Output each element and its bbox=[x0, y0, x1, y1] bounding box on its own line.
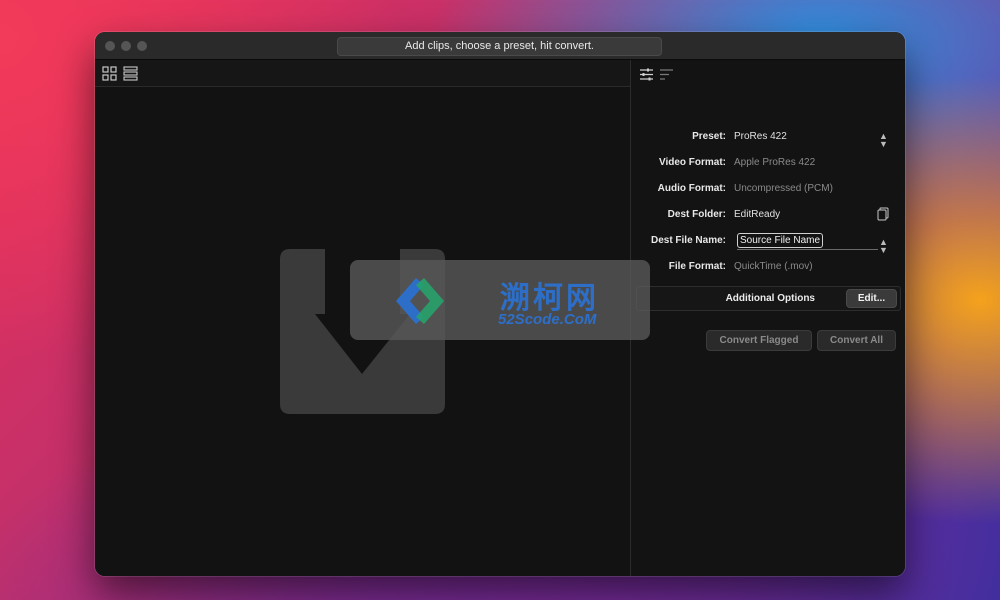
video-format-row: Video Format: Apple ProRes 422 bbox=[631, 154, 905, 174]
minimize-window-button[interactable] bbox=[121, 41, 131, 51]
audio-format-value: Uncompressed (PCM) bbox=[734, 183, 833, 194]
sort-lines-icon[interactable] bbox=[659, 67, 674, 82]
watermark-logo bbox=[396, 278, 444, 324]
additional-options-box: Additional Options Edit... bbox=[636, 286, 901, 311]
window-title: Add clips, choose a preset, hit convert. bbox=[337, 37, 662, 56]
preset-row: Preset: ProRes 422 ▲ ▼ bbox=[631, 128, 905, 149]
watermark-subtitle: 52Scode.CoM bbox=[498, 311, 597, 328]
clip-list-toolbar bbox=[95, 60, 630, 87]
list-view-icon[interactable] bbox=[123, 66, 138, 81]
settings-pane: Preset: ProRes 422 ▲ ▼ Video Format: Appl… bbox=[631, 60, 905, 576]
additional-options-label: Additional Options bbox=[725, 293, 815, 304]
watermark-overlay: 溯柯网 52Scode.CoM bbox=[350, 260, 650, 340]
audio-format-row: Audio Format: Uncompressed (PCM) bbox=[631, 180, 905, 200]
choose-folder-icon[interactable] bbox=[877, 207, 889, 221]
dest-folder-row: Dest Folder: EditReady bbox=[631, 206, 905, 226]
title-bar[interactable]: Add clips, choose a preset, hit convert. bbox=[95, 32, 905, 60]
close-window-button[interactable] bbox=[105, 41, 115, 51]
file-format-value: QuickTime (.mov) bbox=[734, 261, 813, 272]
file-format-row: File Format: QuickTime (.mov) bbox=[631, 258, 905, 278]
file-name-stepper-icon[interactable]: ▲ ▼ bbox=[879, 238, 888, 255]
settings-sliders-icon[interactable] bbox=[639, 67, 654, 82]
dest-folder-value[interactable]: EditReady bbox=[734, 209, 780, 220]
dest-folder-label: Dest Folder: bbox=[667, 209, 726, 220]
video-format-label: Video Format: bbox=[658, 157, 726, 168]
preset-stepper-icon[interactable]: ▲ ▼ bbox=[879, 132, 888, 149]
dest-file-name-field[interactable]: Source File Name bbox=[737, 232, 878, 250]
edit-options-button[interactable]: Edit... bbox=[846, 289, 897, 308]
file-format-label: File Format: bbox=[668, 261, 726, 272]
preset-select[interactable]: ProRes 422 bbox=[734, 131, 787, 142]
audio-format-label: Audio Format: bbox=[657, 183, 726, 194]
settings-toolbar bbox=[631, 60, 905, 87]
dest-file-name-row: Dest File Name: Source File Name ▲ ▼ bbox=[631, 232, 905, 255]
source-file-name-token[interactable]: Source File Name bbox=[737, 233, 824, 248]
dest-file-name-label: Dest File Name: bbox=[650, 235, 726, 246]
convert-flagged-button[interactable]: Convert Flagged bbox=[706, 330, 812, 351]
grid-view-icon[interactable] bbox=[102, 66, 117, 81]
video-format-value: Apple ProRes 422 bbox=[734, 157, 816, 168]
preset-label: Preset: bbox=[692, 131, 726, 142]
convert-all-button[interactable]: Convert All bbox=[817, 330, 896, 351]
zoom-window-button[interactable] bbox=[137, 41, 147, 51]
